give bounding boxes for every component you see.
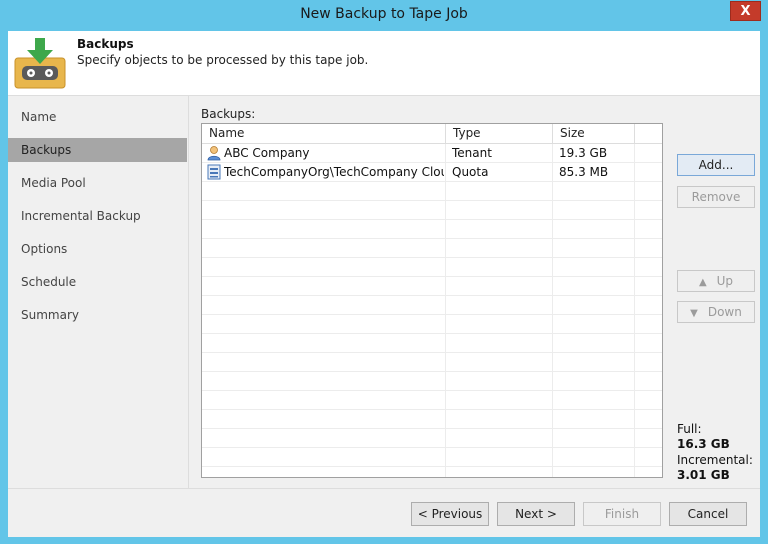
nav-step-incremental-backup[interactable]: Incremental Backup bbox=[8, 204, 187, 228]
wizard-window: New Backup to Tape Job X Backups Specify… bbox=[0, 0, 768, 544]
table-row[interactable]: TechCompanyOrg\TechCompany Clou... Quota… bbox=[202, 163, 662, 182]
table-row[interactable]: ABC Company Tenant 19.3 GB bbox=[202, 144, 662, 163]
nav-step-summary[interactable]: Summary bbox=[8, 303, 187, 327]
add-button[interactable]: Add... bbox=[677, 154, 755, 176]
column-header-size[interactable]: Size bbox=[553, 124, 635, 143]
arrow-up-icon: ▲ bbox=[698, 277, 707, 288]
row-type: Tenant bbox=[452, 146, 492, 160]
previous-button[interactable]: < Previous bbox=[411, 502, 489, 526]
column-header-name[interactable]: Name bbox=[202, 124, 446, 143]
down-button[interactable]: ▼ Down bbox=[677, 301, 755, 323]
wizard-client-area: Backups Specify objects to be processed … bbox=[8, 31, 760, 537]
nav-step-name[interactable]: Name bbox=[8, 105, 187, 129]
row-size: 19.3 GB bbox=[559, 146, 608, 160]
window-title: New Backup to Tape Job bbox=[300, 6, 468, 22]
incremental-size-value: 3.01 GB bbox=[677, 468, 730, 482]
finish-button[interactable]: Finish bbox=[583, 502, 661, 526]
backups-table[interactable]: Name Type Size ABC Company Tenant 19.3 G… bbox=[201, 123, 663, 478]
incremental-size-label: Incremental: bbox=[677, 453, 753, 467]
table-body: ABC Company Tenant 19.3 GB TechCompanyOr… bbox=[202, 144, 662, 477]
column-header-type[interactable]: Type bbox=[446, 124, 553, 143]
next-button[interactable]: Next > bbox=[497, 502, 575, 526]
wizard-step-nav: Name Backups Media Pool Incremental Back… bbox=[8, 96, 189, 488]
full-size-value: 16.3 GB bbox=[677, 437, 730, 451]
arrow-down-icon: ▼ bbox=[690, 308, 698, 319]
down-button-label: Down bbox=[707, 305, 742, 319]
up-button-label: Up bbox=[716, 274, 734, 288]
table-header: Name Type Size bbox=[202, 124, 662, 144]
remove-button[interactable]: Remove bbox=[677, 186, 755, 208]
row-name: TechCompanyOrg\TechCompany Clou... bbox=[224, 165, 444, 179]
backups-label: Backups: bbox=[201, 107, 256, 121]
tape-backup-icon bbox=[14, 38, 66, 89]
tenant-user-icon bbox=[207, 146, 221, 161]
wizard-header: Backups Specify objects to be processed … bbox=[8, 31, 760, 96]
close-button[interactable]: X bbox=[730, 1, 761, 21]
nav-step-schedule[interactable]: Schedule bbox=[8, 270, 187, 294]
title-bar: New Backup to Tape Job X bbox=[0, 0, 768, 31]
nav-step-media-pool[interactable]: Media Pool bbox=[8, 171, 187, 195]
page-title: Backups bbox=[77, 37, 134, 51]
quota-storage-icon bbox=[207, 164, 221, 180]
nav-step-backups[interactable]: Backups bbox=[8, 138, 187, 162]
wizard-footer: < Previous Next > Finish Cancel bbox=[8, 488, 760, 537]
up-button[interactable]: ▲ Up bbox=[677, 270, 755, 292]
nav-step-options[interactable]: Options bbox=[8, 237, 187, 261]
main-panel: Backups: Name Type Size ABC Company Tena… bbox=[189, 96, 760, 488]
full-size-label: Full: bbox=[677, 422, 702, 436]
row-type: Quota bbox=[452, 165, 489, 179]
row-name: ABC Company bbox=[224, 146, 310, 160]
page-description: Specify objects to be processed by this … bbox=[77, 53, 369, 67]
row-size: 85.3 MB bbox=[559, 165, 609, 179]
cancel-button[interactable]: Cancel bbox=[669, 502, 747, 526]
